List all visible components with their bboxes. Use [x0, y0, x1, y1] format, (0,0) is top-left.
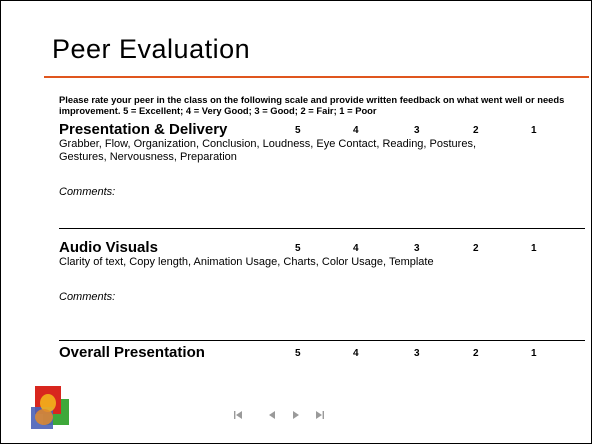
rating-2[interactable]: 2 — [473, 243, 479, 254]
rating-1[interactable]: 1 — [531, 348, 537, 359]
rating-1[interactable]: 1 — [531, 243, 537, 254]
rating-2[interactable]: 2 — [473, 348, 479, 359]
title-underline — [44, 76, 589, 78]
rating-3[interactable]: 3 — [414, 243, 420, 254]
rating-2[interactable]: 2 — [473, 125, 479, 136]
rating-4[interactable]: 4 — [353, 243, 359, 254]
comments-label: Comments: — [59, 186, 116, 198]
next-slide-icon[interactable] — [291, 410, 301, 420]
logo — [29, 385, 73, 431]
rating-1[interactable]: 1 — [531, 125, 537, 136]
slide: Peer Evaluation Please rate your peer in… — [0, 0, 592, 444]
slide-title: Peer Evaluation — [52, 34, 251, 64]
rating-3[interactable]: 3 — [414, 125, 420, 136]
rating-5[interactable]: 5 — [295, 348, 301, 359]
rating-4[interactable]: 4 — [353, 125, 359, 136]
first-slide-icon[interactable] — [233, 410, 243, 420]
rating-5[interactable]: 5 — [295, 243, 301, 254]
rating-4[interactable]: 4 — [353, 348, 359, 359]
previous-slide-icon[interactable] — [267, 410, 277, 420]
section-heading-presentation-delivery: Presentation & Delivery — [59, 121, 228, 138]
last-slide-icon[interactable] — [315, 410, 325, 420]
rating-3[interactable]: 3 — [414, 348, 420, 359]
comments-label: Comments: — [59, 291, 116, 303]
comments-line — [59, 340, 585, 341]
rating-5[interactable]: 5 — [295, 125, 301, 136]
section-heading-overall-presentation: Overall Presentation — [59, 344, 205, 361]
criteria-presentation-delivery: Grabber, Flow, Organization, Conclusion,… — [59, 138, 477, 163]
criteria-audio-visuals: Clarity of text, Copy length, Animation … — [59, 256, 434, 268]
comments-line — [59, 228, 585, 229]
instructions-text: Please rate your peer in the class on th… — [59, 94, 565, 116]
section-heading-audio-visuals: Audio Visuals — [59, 239, 158, 256]
